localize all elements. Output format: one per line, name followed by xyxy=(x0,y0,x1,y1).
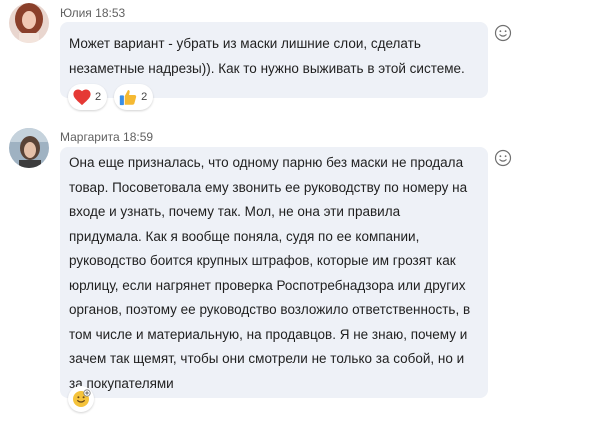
message-bubble: Может вариант - убрать из маски лишние с… xyxy=(60,22,512,110)
add-reaction-button[interactable] xyxy=(68,386,94,412)
avatar-yulia[interactable] xyxy=(9,3,49,43)
avatar-margarita[interactable] xyxy=(9,128,49,168)
reaction-count: 2 xyxy=(141,91,148,103)
message-time: 18:59 xyxy=(123,130,154,144)
message-meta: Юлия 18:53 xyxy=(60,6,125,20)
message-time: 18:53 xyxy=(95,6,126,20)
add-reaction-icon xyxy=(73,389,91,407)
thumbs-up-icon xyxy=(118,88,138,106)
author-name: Маргарита xyxy=(60,130,120,144)
message-text: Может вариант - убрать из маски лишние с… xyxy=(69,36,465,76)
message-meta: Маргарита 18:59 xyxy=(60,130,153,144)
heart-icon xyxy=(72,88,92,106)
message-text: Она еще призналась, что одному парню без… xyxy=(69,155,471,391)
reaction-thumbs-up[interactable]: 2 xyxy=(114,84,154,110)
reaction-heart[interactable]: 2 xyxy=(68,84,108,110)
reaction-count: 2 xyxy=(95,91,102,103)
add-reaction-icon[interactable] xyxy=(493,23,513,43)
add-reaction-icon[interactable] xyxy=(493,148,513,168)
message-bubble: Она еще призналась, что одному парню без… xyxy=(60,147,512,412)
author-name: Юлия xyxy=(60,6,92,20)
reactions-bar: 2 2 xyxy=(68,84,154,110)
